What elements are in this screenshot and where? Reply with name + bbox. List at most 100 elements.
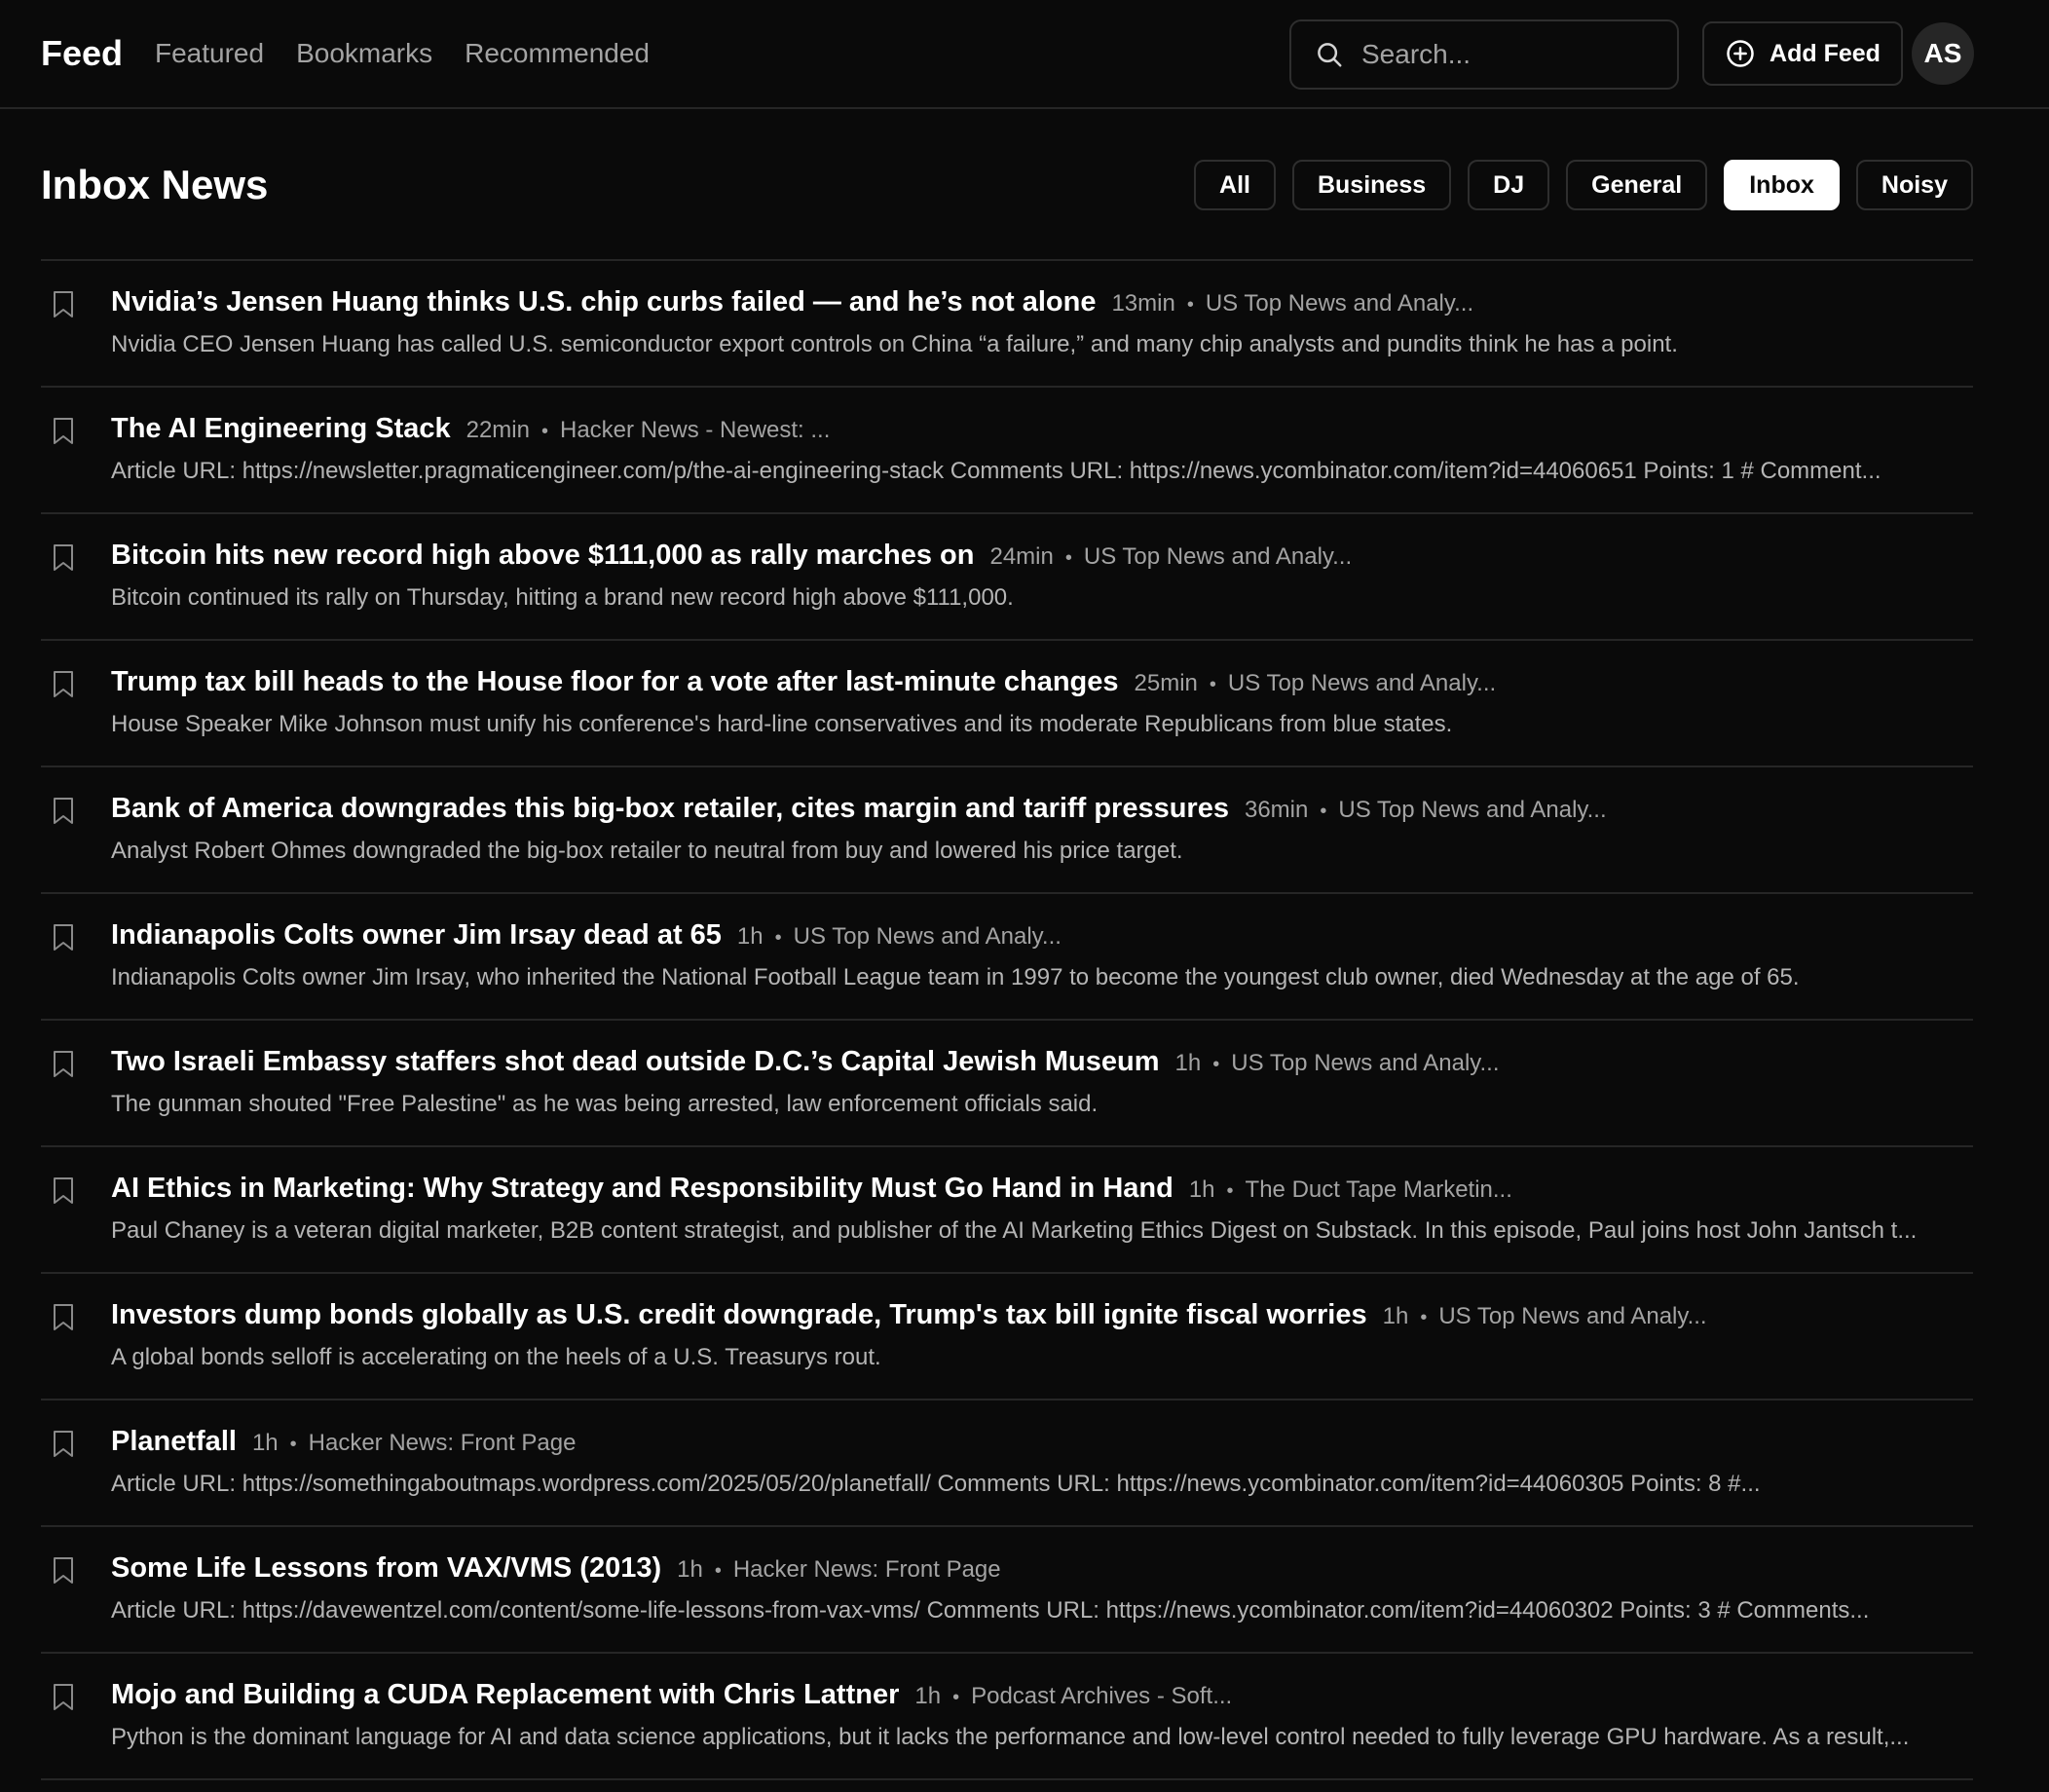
news-item-title[interactable]: Bank of America downgrades this big-box … — [111, 793, 1229, 825]
bookmark-icon[interactable] — [51, 1050, 76, 1079]
news-item-title[interactable]: Trump tax bill heads to the House floor … — [111, 666, 1119, 698]
news-item-description: House Speaker Mike Johnson must unify hi… — [111, 711, 1453, 737]
bookmark-icon[interactable] — [51, 1176, 76, 1206]
news-item-source: Hacker News: Front Page — [308, 1430, 577, 1456]
news-item-title[interactable]: Nvidia’s Jensen Huang thinks U.S. chip c… — [111, 286, 1096, 318]
separator-dot: • — [1186, 294, 1194, 316]
nav-recommended[interactable]: Recommended — [465, 29, 650, 78]
news-item-description: Analyst Robert Ohmes downgraded the big-… — [111, 838, 1183, 864]
news-item[interactable]: Some Life Lessons from VAX/VMS (2013) 1h… — [41, 1527, 1973, 1654]
top-bar: Feed Featured Bookmarks Recommended Add … — [0, 0, 2049, 109]
news-item-title[interactable]: Some Life Lessons from VAX/VMS (2013) — [111, 1552, 661, 1585]
filter-general[interactable]: General — [1566, 160, 1708, 210]
separator-dot: • — [1420, 1307, 1428, 1328]
news-item-source: Hacker News - Newest: ... — [560, 417, 831, 443]
news-item-title[interactable]: AI Ethics in Marketing: Why Strategy and… — [111, 1173, 1174, 1205]
bookmark-icon[interactable] — [51, 543, 76, 573]
news-item[interactable]: Bitcoin hits new record high above $111,… — [41, 514, 1973, 641]
news-item[interactable]: AI Ethics in Marketing: Why Strategy and… — [41, 1147, 1973, 1274]
filter-all[interactable]: All — [1194, 160, 1276, 210]
news-item[interactable]: Nvidia’s Jensen Huang thinks U.S. chip c… — [41, 261, 1973, 388]
news-item-title[interactable]: Mojo and Building a CUDA Replacement wit… — [111, 1679, 899, 1711]
bookmark-icon[interactable] — [51, 797, 76, 826]
news-item-content: Trump tax bill heads to the House floor … — [111, 666, 1963, 738]
bookmark-icon[interactable] — [51, 1303, 76, 1332]
news-item-time: 1h — [1382, 1303, 1409, 1329]
news-item-header: Investors dump bonds globally as U.S. cr… — [111, 1299, 1963, 1338]
news-item-content: Investors dump bonds globally as U.S. cr… — [111, 1299, 1963, 1371]
news-item[interactable]: Investors dump bonds globally as U.S. cr… — [41, 1274, 1973, 1400]
separator-dot: • — [1209, 674, 1216, 695]
filter-business[interactable]: Business — [1291, 160, 1452, 210]
news-item-description: Nvidia CEO Jensen Huang has called U.S. … — [111, 331, 1678, 357]
news-item[interactable]: Trump tax bill heads to the House floor … — [41, 641, 1973, 767]
news-item-source: US Top News and Analy... — [1438, 1303, 1707, 1329]
news-item-header: Nvidia’s Jensen Huang thinks U.S. chip c… — [111, 286, 1963, 325]
news-item-content: Planetfall 1h • Hacker News: Front Page … — [111, 1426, 1963, 1498]
bookmark-icon[interactable] — [51, 923, 76, 952]
brand-feed-link[interactable]: Feed — [41, 29, 123, 78]
news-item-content: Bank of America downgrades this big-box … — [111, 793, 1963, 865]
news-item-description: A global bonds selloff is accelerating o… — [111, 1344, 881, 1370]
separator-dot: • — [1212, 1054, 1220, 1075]
news-item-title[interactable]: Investors dump bonds globally as U.S. cr… — [111, 1299, 1367, 1331]
bookmark-icon[interactable] — [51, 290, 76, 319]
search-icon — [1313, 38, 1346, 71]
bookmark-icon[interactable] — [51, 417, 76, 446]
filter-inbox[interactable]: Inbox — [1724, 160, 1840, 210]
nav-bookmarks[interactable]: Bookmarks — [296, 29, 432, 78]
news-item-content: Bitcoin hits new record high above $111,… — [111, 540, 1963, 612]
news-item-time: 25min — [1134, 670, 1198, 696]
news-item[interactable]: Planetfall 1h • Hacker News: Front Page … — [41, 1400, 1973, 1527]
news-item-time: 1h — [736, 923, 764, 950]
bookmark-icon[interactable] — [51, 670, 76, 699]
news-item-header: Mojo and Building a CUDA Replacement wit… — [111, 1679, 1963, 1718]
news-item[interactable]: Bank of America downgrades this big-box … — [41, 767, 1973, 894]
news-item-description: Bitcoin continued its rally on Thursday,… — [111, 584, 1014, 611]
news-list: Nvidia’s Jensen Huang thinks U.S. chip c… — [41, 259, 1973, 1780]
news-item-source: US Top News and Analy... — [1227, 670, 1497, 696]
news-item-header: Bitcoin hits new record high above $111,… — [111, 540, 1963, 579]
news-item-title[interactable]: Two Israeli Embassy staffers shot dead o… — [111, 1046, 1160, 1078]
news-item-time: 24min — [989, 543, 1054, 570]
news-item-time: 1h — [251, 1430, 279, 1456]
news-item-title[interactable]: The AI Engineering Stack — [111, 413, 451, 445]
news-item-source: Podcast Archives - Soft... — [971, 1683, 1233, 1709]
filter-dj[interactable]: DJ — [1468, 160, 1550, 210]
search-box[interactable] — [1289, 19, 1679, 90]
news-item-header: AI Ethics in Marketing: Why Strategy and… — [111, 1173, 1963, 1212]
news-item-source: US Top News and Analy... — [1338, 797, 1607, 823]
separator-dot: • — [289, 1434, 297, 1455]
bookmark-icon[interactable] — [51, 1683, 76, 1712]
news-item-header: Bank of America downgrades this big-box … — [111, 793, 1963, 832]
news-item-source: US Top News and Analy... — [1205, 290, 1474, 317]
bookmark-icon[interactable] — [51, 1556, 76, 1586]
news-item-header: Two Israeli Embassy staffers shot dead o… — [111, 1046, 1963, 1085]
news-item-description: Article URL: https://newsletter.pragmati… — [111, 458, 1881, 484]
news-item-content: AI Ethics in Marketing: Why Strategy and… — [111, 1173, 1963, 1245]
news-item-title[interactable]: Indianapolis Colts owner Jim Irsay dead … — [111, 919, 722, 952]
news-item-source: The Duct Tape Marketin... — [1245, 1176, 1512, 1203]
news-item-content: Nvidia’s Jensen Huang thinks U.S. chip c… — [111, 286, 1963, 358]
news-item-time: 1h — [677, 1556, 703, 1583]
user-avatar[interactable]: AS — [1912, 22, 1974, 85]
news-item[interactable]: Indianapolis Colts owner Jim Irsay dead … — [41, 894, 1973, 1021]
add-feed-button[interactable]: Add Feed — [1702, 21, 1903, 86]
filter-noisy[interactable]: Noisy — [1855, 160, 1973, 210]
plus-circle-icon — [1725, 38, 1756, 69]
news-item-title[interactable]: Planetfall — [111, 1426, 237, 1458]
news-item-content: Indianapolis Colts owner Jim Irsay dead … — [111, 919, 1963, 991]
separator-dot: • — [1226, 1180, 1234, 1202]
bookmark-icon[interactable] — [51, 1430, 76, 1459]
news-item[interactable]: The AI Engineering Stack 22min • Hacker … — [41, 388, 1973, 514]
news-item-time: 36min — [1244, 797, 1309, 823]
news-item[interactable]: Mojo and Building a CUDA Replacement wit… — [41, 1654, 1973, 1780]
news-item[interactable]: Two Israeli Embassy staffers shot dead o… — [41, 1021, 1973, 1147]
news-item-time: 13min — [1111, 290, 1175, 317]
main-nav: Featured Bookmarks Recommended — [155, 29, 650, 78]
search-input[interactable] — [1360, 38, 1656, 71]
news-item-title[interactable]: Bitcoin hits new record high above $111,… — [111, 540, 974, 572]
news-item-content: Some Life Lessons from VAX/VMS (2013) 1h… — [111, 1552, 1963, 1624]
nav-featured[interactable]: Featured — [155, 29, 264, 78]
news-item-time: 22min — [466, 417, 530, 443]
